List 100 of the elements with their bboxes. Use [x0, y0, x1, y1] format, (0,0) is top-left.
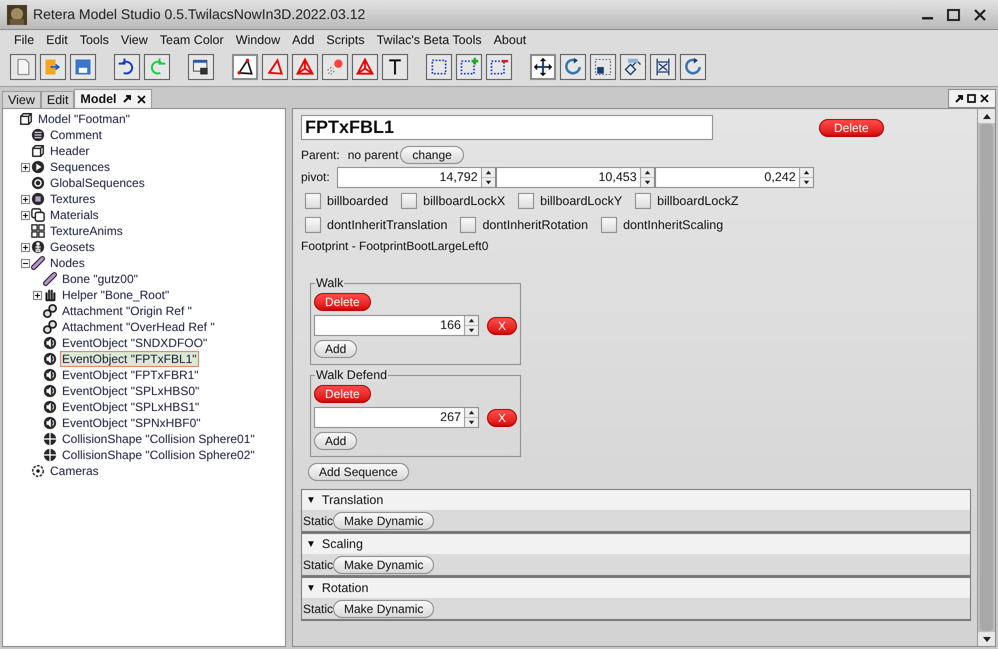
remove-button[interactable]: X: [486, 316, 517, 334]
number-spinner[interactable]: 10,453: [496, 166, 655, 188]
toolbar-button[interactable]: [188, 54, 214, 80]
delete-button[interactable]: Delete: [314, 293, 371, 311]
tab[interactable]: View: [2, 91, 41, 108]
number-spinner[interactable]: 166: [314, 315, 479, 336]
tree-item[interactable]: Geosets: [48, 239, 97, 255]
delete-button[interactable]: Delete: [819, 119, 884, 137]
add-button[interactable]: Add: [314, 432, 358, 450]
panel-header[interactable]: ▼ Translation: [302, 490, 970, 510]
checkbox[interactable]: [518, 193, 534, 209]
add-sequence-button[interactable]: Add Sequence: [308, 463, 409, 481]
toolbar-button[interactable]: [352, 54, 378, 80]
tree-item[interactable]: TextureAnims: [48, 223, 125, 239]
checkbox[interactable]: [305, 193, 321, 209]
menu-item[interactable]: About: [488, 30, 532, 50]
menu-item[interactable]: View: [114, 30, 154, 50]
toolbar-button[interactable]: [590, 54, 616, 80]
expand-toggle[interactable]: [21, 194, 30, 204]
tree-item[interactable]: GlobalSequences: [48, 175, 147, 191]
menu-item[interactable]: Edit: [40, 30, 74, 50]
toolbar-button[interactable]: [292, 54, 318, 80]
tab[interactable]: Model: [74, 89, 152, 108]
close-icon[interactable]: [974, 8, 986, 20]
checkbox[interactable]: [635, 193, 652, 209]
tree-item[interactable]: EventObject "SPLxHBS1": [60, 399, 202, 415]
delete-button[interactable]: Delete: [314, 385, 371, 403]
tree-item[interactable]: EventObject "SPLxHBS0": [60, 383, 202, 399]
tree-item[interactable]: Attachment "OverHead Ref ": [60, 319, 217, 335]
tree-item[interactable]: Header: [48, 143, 92, 159]
menu-item[interactable]: Tools: [74, 30, 115, 50]
tree-item[interactable]: Model "Footman": [36, 111, 132, 127]
scroll-down-icon[interactable]: [982, 636, 990, 642]
number-spinner[interactable]: 267: [314, 407, 479, 428]
toolbar-button[interactable]: [262, 54, 288, 80]
checkbox[interactable]: [460, 217, 476, 233]
toolbar-button[interactable]: [70, 54, 96, 80]
make-dynamic-button[interactable]: Make Dynamic: [333, 600, 434, 618]
menu-item[interactable]: Twilac's Beta Tools: [370, 30, 488, 50]
tree-item[interactable]: Cameras: [48, 463, 101, 479]
tree-item[interactable]: EventObject "FPTxFBL1": [60, 351, 199, 367]
expand-toggle[interactable]: [21, 162, 30, 172]
toolbar-button[interactable]: [144, 54, 170, 80]
tree-item[interactable]: Nodes: [48, 255, 87, 271]
name-field[interactable]: FPTxFBL1: [301, 115, 713, 140]
tab[interactable]: Edit: [40, 91, 74, 108]
tree-item[interactable]: EventObject "SNDXDFOO": [60, 335, 210, 351]
undock-icon[interactable]: [955, 94, 963, 102]
tree-item[interactable]: Textures: [48, 191, 98, 207]
tree-item[interactable]: Comment: [48, 127, 104, 143]
tree-item[interactable]: Helper "Bone_Root": [60, 287, 172, 303]
maximize-icon[interactable]: [967, 94, 976, 103]
tree-item[interactable]: EventObject "SPNxHBF0": [60, 415, 203, 431]
scroll-up-icon[interactable]: [982, 114, 990, 118]
toolbar-button[interactable]: [456, 54, 482, 80]
toolbar-button[interactable]: [10, 54, 36, 80]
toolbar-button[interactable]: [232, 54, 258, 80]
tree-item[interactable]: EventObject "FPTxFBR1": [60, 367, 201, 383]
toolbar-button[interactable]: [560, 54, 586, 80]
remove-button[interactable]: X: [486, 408, 517, 426]
menu-item[interactable]: Window: [230, 30, 286, 50]
checkbox[interactable]: [401, 193, 418, 209]
panel-header[interactable]: ▼ Rotation: [302, 578, 970, 598]
panel-header[interactable]: ▼ Scaling: [302, 534, 970, 554]
tree-item[interactable]: CollisionShape "Collision Sphere01": [60, 431, 257, 447]
toolbar-button[interactable]: [650, 54, 676, 80]
tree-item[interactable]: Attachment "Origin Ref ": [60, 303, 194, 319]
close-icon[interactable]: [136, 94, 146, 104]
spin-down-icon[interactable]: [464, 417, 478, 427]
spin-down-icon[interactable]: [464, 325, 478, 335]
make-dynamic-button[interactable]: Make Dynamic: [333, 556, 434, 574]
add-button[interactable]: Add: [314, 340, 358, 358]
toolbar-button[interactable]: [382, 54, 408, 80]
expand-toggle[interactable]: [21, 210, 30, 220]
maximize-icon[interactable]: [947, 8, 960, 20]
tree-item[interactable]: Bone "gutz00": [60, 271, 140, 287]
number-spinner[interactable]: 14,792: [336, 166, 496, 188]
checkbox[interactable]: [601, 217, 618, 233]
toolbar-button[interactable]: [40, 54, 66, 80]
spin-down-icon[interactable]: [482, 176, 495, 186]
toolbar-button[interactable]: [322, 54, 348, 80]
menu-item[interactable]: Team Color: [154, 30, 230, 50]
tree-item[interactable]: Materials: [48, 207, 101, 223]
tree-item[interactable]: CollisionShape "Collision Sphere02": [60, 447, 257, 463]
spin-down-icon[interactable]: [800, 176, 813, 186]
expand-toggle[interactable]: [33, 290, 42, 300]
change-button[interactable]: change: [400, 146, 464, 164]
undock-icon[interactable]: [122, 95, 131, 103]
toolbar-button[interactable]: [486, 54, 512, 80]
toolbar-button[interactable]: [680, 54, 706, 80]
menu-item[interactable]: Add: [286, 30, 320, 50]
expand-toggle[interactable]: [21, 242, 30, 252]
toolbar-button[interactable]: [530, 54, 556, 80]
expand-toggle[interactable]: [21, 258, 30, 268]
number-spinner[interactable]: 0,242: [654, 166, 814, 188]
close-icon[interactable]: [980, 94, 989, 103]
toolbar-button[interactable]: [426, 54, 452, 80]
toolbar-button[interactable]: [620, 54, 646, 80]
menu-item[interactable]: File: [8, 30, 40, 50]
spin-down-icon[interactable]: [640, 176, 654, 186]
